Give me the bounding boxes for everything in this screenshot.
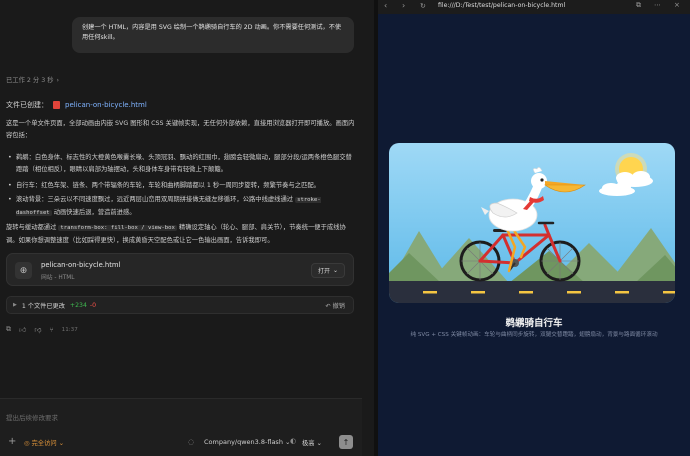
user-message: 创建一个 HTML，内容是用 SVG 绘制一个鹈鹕骑自行车的 2D 动画。你不需… (72, 17, 354, 53)
file-created-label: 文件已创建： (6, 101, 48, 109)
branch-icon[interactable]: ⑂ (49, 326, 53, 334)
easing-paragraph: 旋转与缓动都通过 transform-box: fill-box / view-… (6, 222, 356, 246)
brain-icon: ◐ (290, 437, 297, 445)
changes-bar[interactable]: ▶ 1 个文件已更改 +234 -0 ↶ 撤销 (6, 296, 354, 314)
bullet-bicycle: • 自行车：红色车架、链条、两个带辐条的车轮，车轮和曲柄脚踏都以 1 秒一周同步… (6, 180, 356, 192)
file-card-type: 网站 - HTML (41, 275, 75, 281)
globe-icon: ⊕ (15, 262, 32, 279)
reasoning-level-selector[interactable]: 极高 ⌄ (302, 438, 322, 447)
thumbs-up-icon[interactable]: 👍︎ (19, 325, 26, 334)
model-label: Company/qwen3.8-flash (204, 438, 283, 446)
bullet-dot: • (8, 154, 12, 161)
page-title: 鹈鹕骑自行车 (505, 318, 563, 329)
close-icon[interactable]: × (674, 1, 680, 9)
bullet-dot: • (8, 196, 12, 203)
lines-added: +234 (69, 301, 87, 309)
bullet-dot: • (8, 182, 12, 189)
file-card-name: pelican-on-bicycle.html (41, 261, 121, 269)
loading-icon: ◌ (188, 438, 195, 446)
copy-icon[interactable]: ⧉ (6, 325, 11, 334)
open-label: 打开 (317, 268, 330, 275)
composer: 提出后续修改要求 + ◎ 完全访问 ⌄ ◌ Company/qwen3.8-fl… (0, 398, 362, 456)
undo-label: 撤销 (332, 302, 345, 310)
bullet-background-text: 滚动背景：三朵云以不同速度飘过，远近两层山峦用双周期拼接做无缝左移循环，公路中线… (16, 196, 294, 203)
easing-text-a: 旋转与缓动都通过 (6, 224, 57, 231)
worked-duration[interactable]: 已工作 2 分 3 秒 › (6, 75, 59, 84)
bullet-bicycle-text: 自行车：红色车架、链条、两个带辐条的车轮，车轮和曲柄脚踏都以 1 秒一周同步旋转… (16, 182, 320, 189)
access-label: 完全访问 (31, 440, 57, 447)
pelican-head (531, 173, 547, 189)
level-label: 极高 (302, 440, 315, 447)
access-mode-button[interactable]: ◎ 完全访问 ⌄ (24, 438, 64, 447)
page-subtitle: 纯 SVG + CSS 关键帧动画：车轮与曲柄同步旋转，双腿交替蹬踏，翅膀扇动，… (410, 332, 658, 338)
open-button[interactable]: 打开 ⌄ (310, 263, 345, 278)
animation-scene (389, 143, 675, 303)
browser-toolbar: ‹ › ↻ file:///D:/Test/test/pelican-on-bi… (378, 0, 690, 14)
bullet-pelican: • 鹈鹕：白色身体、标志性的大橙黄色喉囊长喙、头顶冠羽、飘动的红围巾，翅膀会轻微… (6, 152, 356, 175)
file-card[interactable]: ⊕ pelican-on-bicycle.html 网站 - HTML 打开 ⌄ (6, 253, 354, 286)
browser-pane: ‹ › ↻ file:///D:/Test/test/pelican-on-bi… (378, 0, 690, 456)
reload-icon[interactable]: ↻ (420, 2, 426, 10)
message-time: 11:37 (61, 326, 78, 333)
plus-icon[interactable]: + (8, 436, 16, 447)
composer-input[interactable]: 提出后续修改要求 (6, 412, 58, 422)
forward-icon[interactable]: › (402, 1, 405, 10)
chevron-down-icon: ⌄ (332, 267, 338, 274)
thumbs-down-icon[interactable]: 👎︎ (34, 325, 41, 334)
pelican-eye (540, 178, 544, 182)
bullet-background: • 滚动背景：三朵云以不同速度飘过，远近两层山峦用双周期拼接做无缝左移循环，公路… (6, 194, 356, 219)
more-icon[interactable]: ⋯ (654, 1, 661, 9)
back-icon[interactable]: ‹ (384, 1, 387, 10)
intro-paragraph: 这是一个单文件页面，全部动画由内嵌 SVG 图形和 CSS 关键帧实现，无任何外… (6, 120, 355, 139)
bullet-background-tail: 动画快速后退，营造前进感。 (53, 208, 136, 216)
url-bar[interactable]: file:///D:/Test/test/pelican-on-bicycle.… (438, 2, 565, 9)
undo-button[interactable]: ↶ 撤销 (325, 301, 345, 310)
html-file-icon (53, 101, 60, 109)
message-actions: ⧉ 👍︎ 👎︎ ⑂ 11:37 (6, 325, 78, 334)
model-selector[interactable]: Company/qwen3.8-flash ⌄ (204, 438, 290, 446)
chevron-right-icon: › (56, 77, 60, 84)
send-button[interactable]: ↑ (339, 435, 353, 449)
worked-label: 已工作 2 分 3 秒 (6, 77, 54, 84)
chevron-right-icon: ▶ (13, 302, 17, 308)
changes-label: 1 个文件已更改 (21, 302, 65, 310)
chat-pane: 创建一个 HTML，内容是用 SVG 绘制一个鹈鹕骑自行车的 2D 动画。你不需… (0, 0, 374, 456)
pelican-bicycle-svg (389, 143, 675, 303)
file-created-link[interactable]: pelican-on-bicycle.html (65, 101, 147, 109)
file-created-line: 文件已创建： pelican-on-bicycle.html (6, 100, 147, 110)
bullet-pelican-text: 鹈鹕：白色身体、标志性的大橙黄色喉囊长喙、头顶冠羽、飘动的红围巾，翅膀会轻微扇动… (16, 154, 352, 173)
inline-code: transform-box: fill-box / view-box (58, 225, 177, 231)
lines-removed: -0 (89, 301, 97, 309)
open-external-icon[interactable]: ⧉ (636, 1, 641, 10)
